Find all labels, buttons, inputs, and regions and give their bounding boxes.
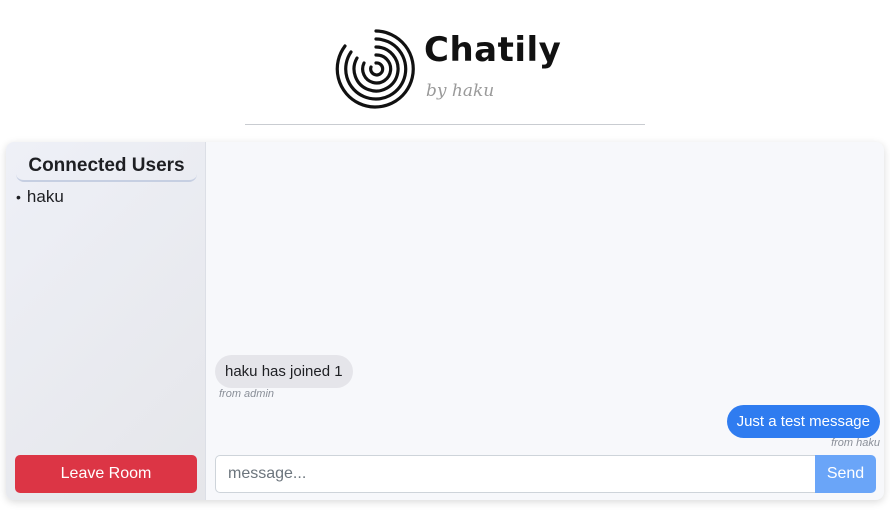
message-sender: from admin <box>219 388 275 400</box>
message-bubble-incoming: haku has joined 1 <box>215 355 353 388</box>
message-bubble-outgoing: Just a test message <box>726 405 880 438</box>
message-input[interactable] <box>215 455 815 493</box>
chat-room-panel: Connected Users • haku Leave Room haku ha… <box>6 142 884 500</box>
leave-room-button[interactable]: Leave Room <box>15 455 197 493</box>
user-list-item: • haku <box>16 186 64 208</box>
app-title: Chatily <box>424 30 562 70</box>
users-sidebar: Connected Users • haku Leave Room <box>6 142 206 500</box>
bullet-icon: • <box>16 189 21 205</box>
message-composer: Send <box>215 455 876 493</box>
chat-area: haku has joined 1 from admin Just a test… <box>207 142 884 500</box>
app-byline: by haku <box>426 81 495 101</box>
connected-users-list: • haku <box>16 186 64 208</box>
header-divider <box>245 124 645 125</box>
app-header: Chatily by haku <box>0 0 890 130</box>
user-name: haku <box>26 187 64 206</box>
message-sender: from haku <box>831 437 880 449</box>
concentric-spiral-icon <box>335 29 415 109</box>
send-button[interactable]: Send <box>815 455 876 493</box>
sidebar-title: Connected Users <box>16 152 197 182</box>
